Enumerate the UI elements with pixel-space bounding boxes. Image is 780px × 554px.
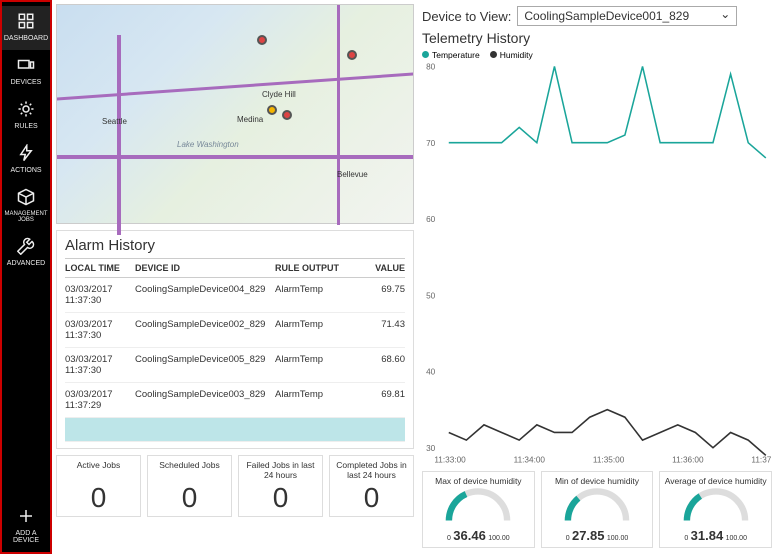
cube-icon (17, 188, 35, 206)
map-pin[interactable] (347, 50, 357, 60)
map-pin[interactable] (282, 110, 292, 120)
map[interactable]: Seattle Medina Bellevue Clyde Hill Lake … (56, 4, 414, 224)
main-content: Seattle Medina Bellevue Clyde Hill Lake … (52, 0, 780, 554)
alarm-history-card: Alarm History LOCAL TIME DEVICE ID RULE … (56, 230, 414, 449)
gauge-row: Max of device humidity0 36.46 100.00Min … (422, 471, 772, 548)
table-header: LOCAL TIME DEVICE ID RULE OUTPUT VALUE (65, 258, 405, 278)
svg-text:11:37:00: 11:37:00 (751, 455, 772, 465)
job-card: Active Jobs0 (56, 455, 141, 517)
table-row[interactable]: 03/03/2017 11:37:29CoolingSampleDevice00… (65, 383, 405, 418)
telemetry-chart: 30 40 50 60 70 80 11:33:00 11:34:00 11:35:00 11:… (422, 60, 772, 467)
sidebar-label: DEVICES (2, 79, 50, 86)
svg-text:11:33:00: 11:33:00 (434, 455, 466, 465)
col-header: LOCAL TIME (65, 263, 135, 273)
sidebar-item-add-device[interactable]: ADD A DEVICE (2, 501, 50, 552)
svg-text:11:35:00: 11:35:00 (593, 455, 625, 465)
job-card: Completed Jobs in last 24 hours0 (329, 455, 414, 517)
sidebar-item-dashboard[interactable]: DASHBOARD (2, 6, 50, 50)
jobs-row: Active Jobs0Scheduled Jobs0Failed Jobs i… (56, 455, 414, 517)
map-label: Medina (237, 115, 263, 124)
sidebar-label: ADD A DEVICE (2, 530, 50, 544)
sidebar: DASHBOARD DEVICES RULES ACTIONS MANAGEME… (0, 0, 52, 554)
svg-text:80: 80 (426, 61, 435, 71)
device-to-view-label: Device to View: (422, 9, 511, 24)
sidebar-item-advanced[interactable]: ADVANCED (2, 231, 50, 275)
plus-icon (17, 507, 35, 525)
table-row[interactable]: 03/03/2017 11:37:30CoolingSampleDevice00… (65, 348, 405, 383)
chart-legend: Temperature Humidity (422, 50, 772, 60)
left-column: Seattle Medina Bellevue Clyde Hill Lake … (56, 4, 414, 550)
dot-icon (490, 51, 497, 58)
svg-text:50: 50 (426, 290, 435, 300)
device-select[interactable]: CoolingSampleDevice001_829 (517, 6, 737, 26)
gauge-card: Average of device humidity0 31.84 100.00 (659, 471, 772, 548)
map-label: Lake Washington (177, 140, 239, 149)
svg-text:70: 70 (426, 138, 435, 148)
bolt-icon (17, 144, 35, 162)
col-header: RULE OUTPUT (275, 263, 355, 273)
map-label: Bellevue (337, 170, 368, 179)
sidebar-item-rules[interactable]: RULES (2, 94, 50, 138)
map-pin[interactable] (267, 105, 277, 115)
map-label: Seattle (102, 117, 127, 126)
table-row[interactable]: 03/03/2017 11:37:30CoolingSampleDevice00… (65, 278, 405, 313)
devices-icon (17, 56, 35, 74)
map-label: Clyde Hill (262, 90, 296, 99)
job-card: Failed Jobs in last 24 hours0 (238, 455, 323, 517)
svg-text:30: 30 (426, 443, 435, 453)
svg-text:11:36:00: 11:36:00 (672, 455, 704, 465)
legend-item: Temperature (422, 50, 480, 60)
sidebar-label: ADVANCED (2, 260, 50, 267)
sidebar-label: MANAGEMENT JOBS (2, 211, 50, 223)
grid-icon (17, 12, 35, 30)
sidebar-label: ACTIONS (2, 167, 50, 174)
svg-text:60: 60 (426, 214, 435, 224)
sidebar-item-devices[interactable]: DEVICES (2, 50, 50, 94)
gear-icon (17, 100, 35, 118)
sidebar-label: DASHBOARD (2, 35, 50, 42)
sidebar-label: RULES (2, 123, 50, 130)
map-pin[interactable] (257, 35, 267, 45)
gauge-card: Min of device humidity0 27.85 100.00 (541, 471, 654, 548)
svg-text:11:34:00: 11:34:00 (514, 455, 546, 465)
wrench-icon (17, 237, 35, 255)
job-card: Scheduled Jobs0 (147, 455, 232, 517)
telemetry-title: Telemetry History (422, 30, 772, 46)
sidebar-item-management-jobs[interactable]: MANAGEMENT JOBS (2, 182, 50, 231)
col-header: DEVICE ID (135, 263, 275, 273)
table-row[interactable]: 03/03/2017 11:37:30CoolingSampleDevice00… (65, 313, 405, 348)
legend-item: Humidity (490, 50, 533, 60)
alarm-history-title: Alarm History (65, 237, 405, 254)
col-header: VALUE (355, 263, 405, 273)
right-column: Device to View: CoolingSampleDevice001_8… (418, 4, 776, 550)
dot-icon (422, 51, 429, 58)
sidebar-item-actions[interactable]: ACTIONS (2, 138, 50, 182)
gauge-card: Max of device humidity0 36.46 100.00 (422, 471, 535, 548)
table-row[interactable] (65, 418, 405, 442)
svg-text:40: 40 (426, 367, 435, 377)
